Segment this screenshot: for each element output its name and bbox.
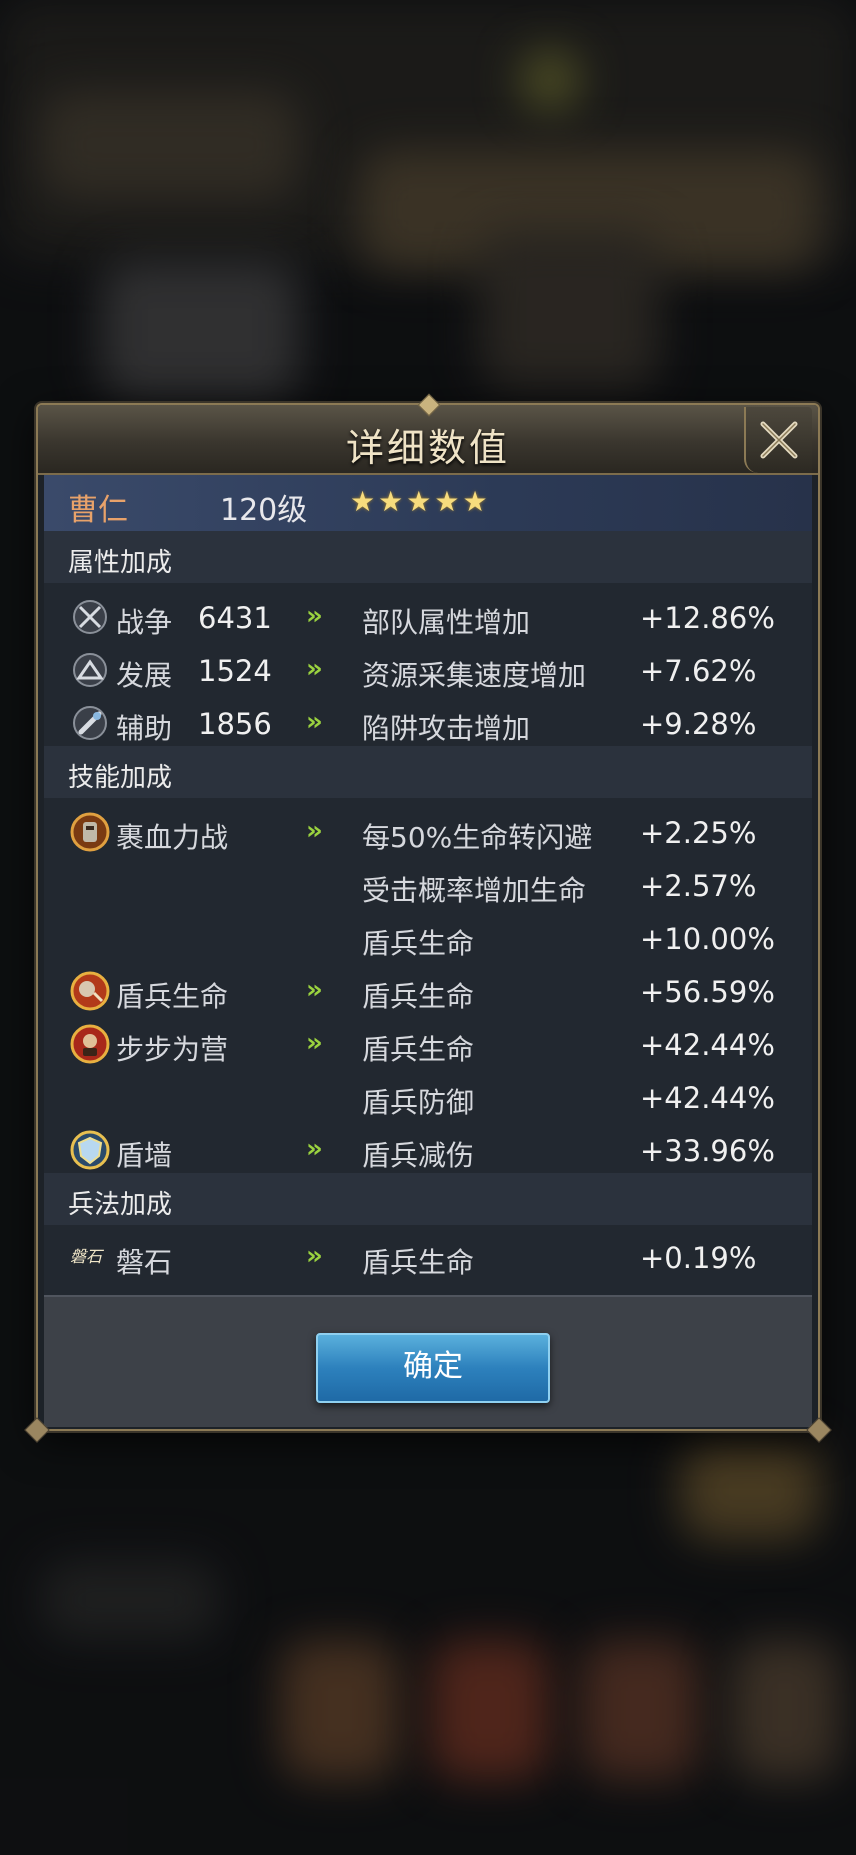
hero-stars: ★ ★ ★ ★ ★ [350, 487, 488, 517]
star-icon: ★ [378, 485, 404, 518]
effect-label: 盾兵生命 [362, 1246, 475, 1279]
effect-value: +42.44% [640, 1028, 775, 1062]
skill-name: 步步为营 [116, 1033, 229, 1066]
star-icon: ★ [434, 485, 460, 518]
effect-label: 受击概率增加生命 [362, 874, 587, 907]
stats-content: 曹仁 120级 ★ ★ ★ ★ ★ 属性加成 战争 6431 » 部队属性增加 … [44, 475, 812, 1295]
tactic-row: 磐石 磐石 » 盾兵生命 +0.19% [44, 1231, 812, 1284]
effect-label: 盾兵减伤 [362, 1139, 475, 1172]
star-icon: ★ [350, 485, 376, 518]
effect-value: +2.57% [640, 869, 757, 903]
arrow-icon: » [306, 1241, 323, 1271]
crossed-swords-icon [73, 600, 107, 634]
section-title: 属性加成 [68, 548, 173, 578]
camp-skill-icon [70, 1024, 110, 1064]
effect-value: +33.96% [640, 1134, 775, 1168]
confirm-button[interactable]: 确定 [316, 1333, 550, 1403]
skill-name: 盾墙 [116, 1139, 173, 1172]
effect-value: +12.86% [640, 601, 775, 635]
skill-row: 步步为营 » 盾兵生命 +42.44% [44, 1018, 812, 1071]
effect-label: 每50%生命转闪避 [362, 821, 593, 854]
skill-row: 盾兵生命 +10.00% [44, 912, 812, 965]
skill-name: 盾兵生命 [116, 980, 229, 1013]
hero-level: 120级 [220, 493, 308, 528]
effect-value: +10.00% [640, 922, 775, 956]
skill-row: 受击概率增加生命 +2.57% [44, 859, 812, 912]
dialog-titlebar: 详细数值 [38, 393, 818, 475]
effect-value: +56.59% [640, 975, 775, 1009]
effect-value: +2.25% [640, 816, 757, 850]
attribute-name: 战争 [116, 606, 173, 639]
detail-stats-dialog: 详细数值 曹仁 120级 ★ ★ ★ ★ ★ 属性加成 战争 6431 » 部队… [24, 393, 832, 1443]
tactic-name: 磐石 [116, 1246, 173, 1279]
skill-row: 裹血力战 » 每50%生命转闪避 +2.25% [44, 806, 812, 859]
effect-value: +0.19% [640, 1241, 757, 1275]
effect-label: 盾兵生命 [362, 980, 475, 1013]
attribute-name: 辅助 [116, 712, 173, 745]
arrow-icon: » [306, 1028, 323, 1058]
skill-row: 盾兵生命 » 盾兵生命 +56.59% [44, 965, 812, 1018]
shield-hp-skill-icon [70, 971, 110, 1011]
section-title: 兵法加成 [68, 1190, 173, 1220]
armor-skill-icon [70, 812, 110, 852]
effect-value: +42.44% [640, 1081, 775, 1115]
effect-label: 部队属性增加 [362, 606, 531, 639]
section-tactics: 兵法加成 [44, 1173, 812, 1225]
attribute-row-development: 发展 1524 » 资源采集速度增加 +7.62% [44, 644, 812, 697]
section-attributes: 属性加成 [44, 531, 812, 583]
boulder-tactic-icon: 磐石 [70, 1247, 103, 1266]
attribute-value: 1856 [198, 707, 272, 741]
arrow-icon: » [306, 1134, 323, 1164]
section-skills: 技能加成 [44, 746, 812, 798]
effect-value: +7.62% [640, 654, 757, 688]
arrow-icon: » [306, 601, 323, 631]
attribute-value: 1524 [198, 654, 272, 688]
effect-label: 陷阱攻击增加 [362, 712, 531, 745]
arrow-icon: » [306, 816, 323, 846]
shield-wall-skill-icon [70, 1130, 110, 1170]
dialog-footer: 确定 [44, 1295, 812, 1427]
skill-row: 盾墙 » 盾兵减伤 +33.96% [44, 1124, 812, 1177]
effect-label: 盾兵生命 [362, 927, 475, 960]
section-title: 技能加成 [68, 763, 173, 793]
close-button[interactable] [744, 407, 812, 473]
dialog-title: 详细数值 [345, 426, 510, 470]
attribute-row-support: 辅助 1856 » 陷阱攻击增加 +9.28% [44, 697, 812, 750]
close-icon [760, 421, 798, 459]
effect-label: 资源采集速度增加 [362, 659, 587, 692]
hero-name: 曹仁 [68, 493, 128, 528]
arrow-icon: » [306, 975, 323, 1005]
development-icon [73, 653, 107, 687]
star-icon: ★ [462, 485, 488, 518]
attribute-value: 6431 [198, 601, 272, 635]
skill-row: 盾兵防御 +42.44% [44, 1071, 812, 1124]
support-icon [73, 706, 107, 740]
arrow-icon: » [306, 654, 323, 684]
arrow-icon: » [306, 707, 323, 737]
effect-label: 盾兵防御 [362, 1086, 475, 1119]
attribute-row-war: 战争 6431 » 部队属性增加 +12.86% [44, 591, 812, 644]
effect-value: +9.28% [640, 707, 757, 741]
effect-label: 盾兵生命 [362, 1033, 475, 1066]
skill-name: 裹血力战 [116, 821, 229, 854]
attribute-name: 发展 [116, 659, 173, 692]
hero-header: 曹仁 120级 ★ ★ ★ ★ ★ [44, 475, 812, 531]
star-icon: ★ [406, 485, 432, 518]
